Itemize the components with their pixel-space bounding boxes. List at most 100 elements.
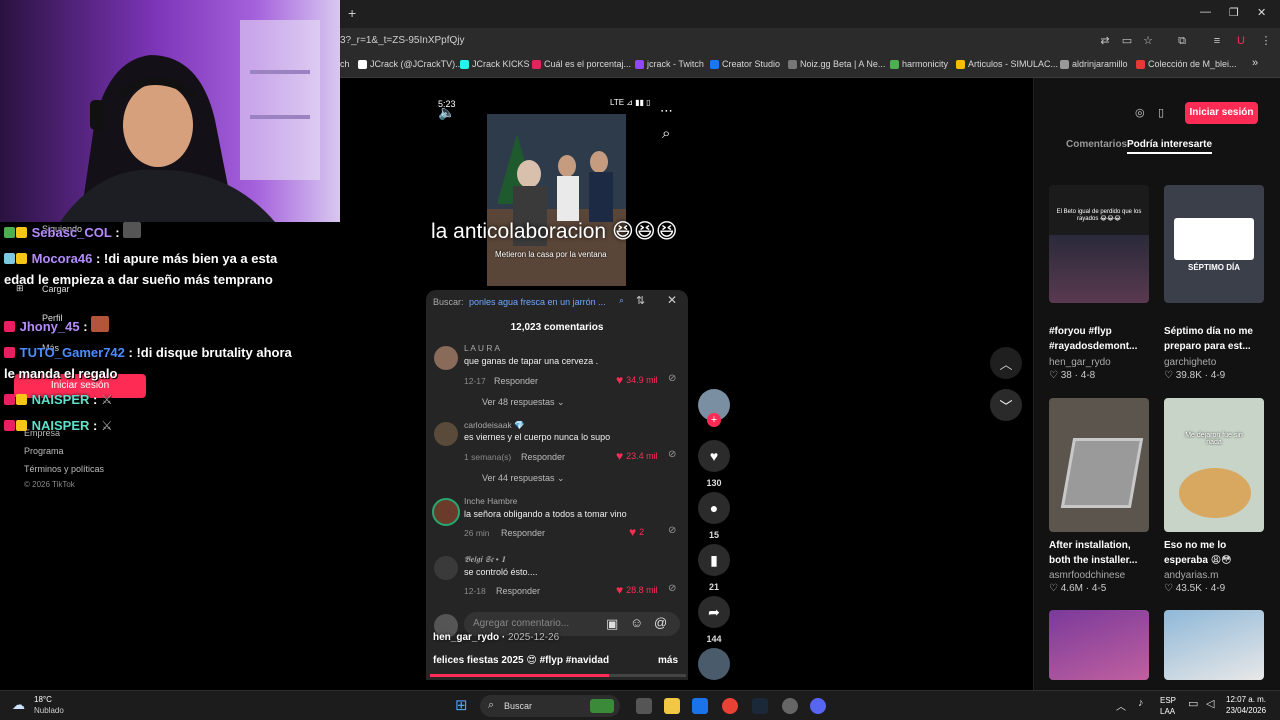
- steam-icon[interactable]: [752, 698, 768, 714]
- login-button[interactable]: Iniciar sesión: [1185, 102, 1258, 124]
- comment-like[interactable]: ♥ 2: [629, 525, 644, 539]
- menu-icon[interactable]: ⋮: [1259, 34, 1273, 48]
- bookmark-item[interactable]: jcrack - Twitch: [635, 59, 704, 69]
- language-top[interactable]: ESP: [1160, 696, 1176, 705]
- card-title[interactable]: Séptimo día no me preparo para est...: [1164, 324, 1264, 354]
- file-explorer-icon[interactable]: [664, 698, 680, 714]
- coin-icon[interactable]: ◎: [1135, 106, 1145, 119]
- more-bookmarks-button[interactable]: »: [1252, 57, 1258, 69]
- chat-username[interactable]: Jhony_45: [20, 319, 80, 334]
- comment-search-query[interactable]: ponles agua fresca en un jarrón ...: [469, 297, 606, 307]
- video-progress[interactable]: [430, 674, 686, 677]
- task-view-icon[interactable]: [636, 698, 652, 714]
- start-icon[interactable]: ⊞: [455, 696, 468, 714]
- url-field[interactable]: 3?_r=1&_t=ZS-95InXPpfQjy: [340, 35, 465, 46]
- avatar[interactable]: [434, 422, 458, 446]
- translate-icon[interactable]: ⇄: [1098, 34, 1112, 48]
- volume-icon[interactable]: ◁: [1206, 697, 1214, 710]
- bookmark-item[interactable]: Creator Studio: [710, 59, 780, 69]
- avatar[interactable]: [432, 498, 460, 526]
- restore-icon[interactable]: ❐: [1229, 6, 1239, 19]
- chat-username[interactable]: Sebasc_COL: [32, 225, 112, 240]
- avatar[interactable]: [434, 346, 458, 370]
- tab-suggested[interactable]: Podría interesarte: [1127, 139, 1212, 150]
- discord-icon[interactable]: [810, 698, 826, 714]
- video-thumbnail[interactable]: [1049, 398, 1149, 532]
- taskbar-search[interactable]: ⌕ Buscar: [480, 695, 620, 717]
- more-description-button[interactable]: más: [658, 655, 678, 666]
- phone-icon[interactable]: ▯: [1158, 106, 1164, 119]
- outlook-icon[interactable]: [692, 698, 708, 714]
- chat-username[interactable]: TUTO_Gamer742: [20, 345, 125, 360]
- save-button[interactable]: ▮ 21: [698, 544, 730, 592]
- mention-icon[interactable]: @: [654, 615, 667, 630]
- bookmark-item[interactable]: Cuál es el porcentaj...: [532, 59, 631, 69]
- share-button[interactable]: ➦ 144: [698, 596, 730, 644]
- video-thumbnail[interactable]: [1164, 610, 1264, 680]
- comment-username[interactable]: L A U R A: [464, 343, 500, 353]
- weather-icon[interactable]: ☁: [12, 697, 25, 713]
- footer-link-program[interactable]: Programa: [24, 446, 64, 456]
- dislike-icon[interactable]: ⊘: [668, 373, 676, 384]
- bookmark-item[interactable]: JCrack KICKS: [460, 59, 530, 69]
- card-title[interactable]: Eso no me lo esperaba 😩😳: [1164, 538, 1264, 568]
- video-thumbnail[interactable]: El Beto igual de perdido que los rayados…: [1049, 185, 1149, 303]
- chrome-icon[interactable]: [722, 698, 738, 714]
- bookmark-item[interactable]: harmonicity: [890, 59, 948, 69]
- video-thumbnail[interactable]: SÉPTIMO DÍA: [1164, 185, 1264, 303]
- mic-icon[interactable]: ♪: [1138, 697, 1144, 709]
- comment-username[interactable]: 𝕭𝖊𝖑𝖌𝖎 𝕾𝖈 • 𝟏: [464, 554, 505, 565]
- previous-video-button[interactable]: ︿: [990, 347, 1022, 379]
- reply-button[interactable]: Responder: [501, 528, 545, 538]
- card-author[interactable]: asmrfoodchinese: [1049, 570, 1125, 581]
- card-author[interactable]: hen_gar_rydo: [1049, 357, 1111, 368]
- language-bottom[interactable]: LAA: [1160, 707, 1175, 716]
- music-disc[interactable]: [698, 648, 730, 680]
- volume-icon[interactable]: 🔈: [438, 104, 455, 121]
- card-author[interactable]: andyarias.m: [1164, 570, 1218, 581]
- comment-username[interactable]: Inche Hambre: [464, 496, 517, 506]
- sort-icon[interactable]: ⇅: [636, 294, 645, 307]
- tab-comments[interactable]: Comentarios: [1066, 139, 1127, 150]
- card-title[interactable]: After installation, both the installer..…: [1049, 538, 1149, 568]
- card-author[interactable]: garchigheto: [1164, 357, 1216, 368]
- dislike-icon[interactable]: ⊘: [668, 583, 676, 594]
- bookmark-item[interactable]: Noiz.gg Beta | A Ne...: [788, 59, 885, 69]
- video-thumbnail[interactable]: [1049, 610, 1149, 680]
- footer-link-terms[interactable]: Términos y políticas: [24, 464, 104, 474]
- more-options-icon[interactable]: ⋯: [660, 103, 673, 119]
- creator-avatar[interactable]: +: [698, 389, 730, 427]
- comment-button[interactable]: ● 15: [698, 492, 730, 540]
- dislike-icon[interactable]: ⊘: [668, 449, 676, 460]
- bookmark-item[interactable]: ch: [340, 59, 350, 69]
- close-icon[interactable]: ✕: [1257, 6, 1266, 19]
- emoji-icon[interactable]: ☺: [630, 615, 643, 630]
- profile-icon[interactable]: U: [1234, 34, 1248, 48]
- tray-chevron-icon[interactable]: ︿: [1116, 698, 1126, 713]
- bookmark-item[interactable]: Colección de M_blei...: [1136, 59, 1237, 69]
- clock-time[interactable]: 12:07 a. m.: [1226, 695, 1266, 704]
- search-icon[interactable]: ⌕: [662, 125, 670, 142]
- comment-like[interactable]: ♥ 28.8 mil: [616, 583, 658, 597]
- close-comments-icon[interactable]: ✕: [667, 293, 677, 307]
- avatar[interactable]: [434, 556, 458, 580]
- next-video-button[interactable]: ﹀: [990, 389, 1022, 421]
- chat-username[interactable]: NAISPER: [32, 418, 90, 433]
- obs-icon[interactable]: [782, 698, 798, 714]
- bookmark-item[interactable]: Articulos - SIMULAC...: [956, 59, 1058, 69]
- bookmark-item[interactable]: aldrinjaramillo: [1060, 59, 1128, 69]
- media-icon[interactable]: ≡: [1210, 34, 1224, 48]
- new-tab-button[interactable]: +: [348, 5, 356, 21]
- view-replies[interactable]: Ver 44 respuestas ⌄: [482, 473, 565, 484]
- like-button[interactable]: ♥ 130: [698, 440, 730, 488]
- star-icon[interactable]: ☆: [1141, 34, 1155, 48]
- image-icon[interactable]: ▣: [606, 616, 618, 632]
- comment-like[interactable]: ♥ 34.9 mil: [616, 373, 658, 387]
- chat-username[interactable]: Mocora46: [32, 251, 93, 266]
- view-replies[interactable]: Ver 48 respuestas ⌄: [482, 397, 565, 408]
- bookmark-item[interactable]: JCrack (@JCrackTV)...: [358, 59, 463, 69]
- monitor-icon[interactable]: ▭: [1188, 697, 1198, 710]
- follow-icon[interactable]: +: [707, 413, 721, 427]
- minimize-icon[interactable]: —: [1200, 6, 1211, 18]
- chat-username[interactable]: NAISPER: [32, 392, 90, 407]
